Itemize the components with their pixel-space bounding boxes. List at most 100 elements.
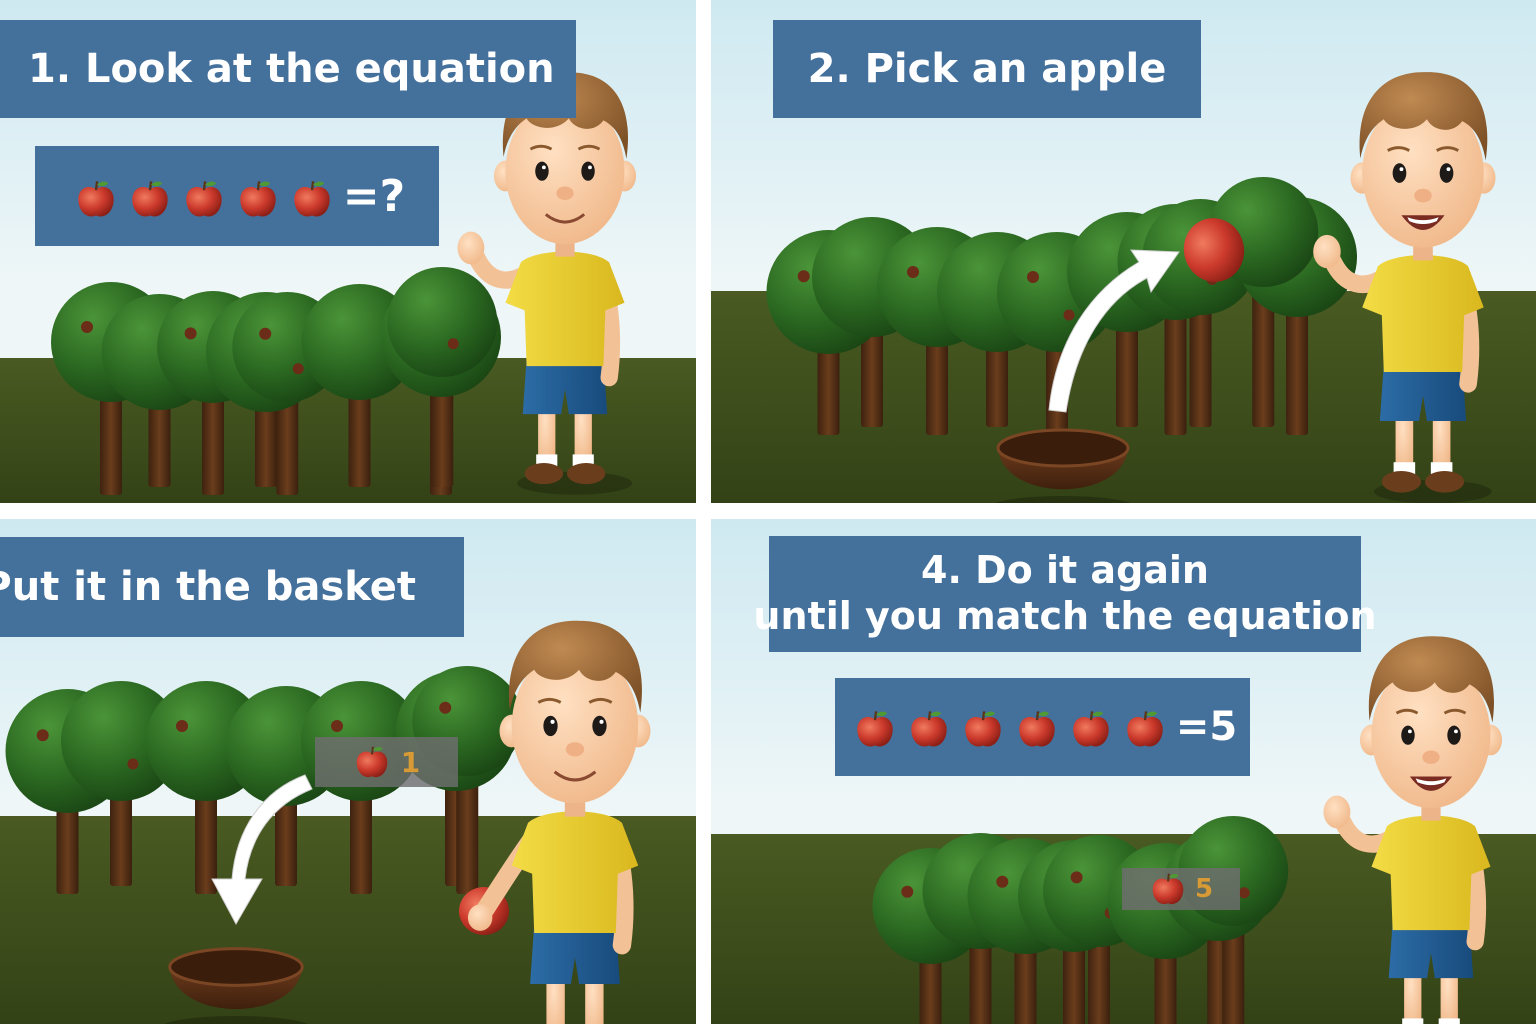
step-title-banner: 1. Look at the equation — [0, 20, 576, 118]
hand — [467, 904, 493, 931]
step-title-line-1: 4. Do it again — [921, 548, 1209, 593]
apple-icon — [965, 710, 1001, 746]
boy-character — [457, 72, 637, 495]
apple-icon — [128, 171, 172, 222]
apple-icon — [1123, 704, 1167, 750]
apple-icon — [132, 180, 168, 216]
apple-icon-row — [848, 704, 1172, 751]
apple-icon — [1149, 870, 1187, 908]
equation-box: = 5 — [835, 678, 1250, 776]
eye — [1447, 725, 1461, 745]
step-title-banner: 3. Put it in the basket — [0, 537, 464, 637]
apple-icon — [290, 171, 334, 222]
apple-icon — [78, 180, 114, 216]
hand — [457, 231, 485, 265]
step-panel-3: 3. Put it in the basket 1 — [0, 519, 696, 1024]
step-panel-4: 4. Do it again until you match the equat… — [711, 519, 1536, 1024]
eye — [592, 715, 607, 737]
apple-icon — [1015, 704, 1059, 750]
apple-icon — [74, 171, 118, 222]
tutorial-grid: 1. Look at the equation = ? 2. Pick an a… — [0, 0, 1536, 1024]
apple-icon — [294, 180, 330, 216]
apple-icon — [353, 743, 391, 781]
boy-character — [1323, 636, 1503, 1024]
step-title: 1. Look at the equation — [28, 46, 555, 92]
step-title-banner: 4. Do it again until you match the equat… — [753, 536, 1377, 652]
apple-icon — [1127, 710, 1163, 746]
equation-box: = ? — [35, 146, 439, 246]
counter-value: 5 — [1194, 874, 1214, 904]
apple-icon — [857, 710, 893, 746]
eye — [543, 715, 558, 737]
apple-on-tree — [184, 327, 197, 340]
counter-value: 1 — [400, 745, 421, 779]
equals-sign: = — [342, 170, 380, 222]
apple-on-tree — [292, 363, 304, 375]
apple-icon — [1152, 873, 1184, 905]
apple-on-tree — [901, 885, 914, 898]
tree-foliage — [387, 267, 498, 377]
apple-icon — [186, 180, 222, 216]
apple-on-tree — [1063, 309, 1075, 321]
apple-icon — [1073, 710, 1109, 746]
equation-result: ? — [379, 170, 406, 222]
shoe — [1424, 471, 1465, 493]
apple-on-tree — [797, 270, 810, 283]
apple-icon — [236, 171, 280, 222]
apple-icon — [1069, 704, 1113, 750]
nose — [1422, 750, 1440, 764]
apple-icon — [853, 704, 897, 750]
step-title-line-2: until you match the equation — [753, 594, 1377, 638]
apple-on-tree — [996, 875, 1009, 888]
apple-icon — [240, 180, 276, 216]
shorts — [1388, 922, 1474, 979]
step-panel-1: 1. Look at the equation = ? — [0, 0, 696, 503]
apple-on-tree — [1070, 871, 1083, 884]
apple-on-tree — [176, 720, 188, 732]
equals-sign: = — [1175, 704, 1210, 750]
basket — [164, 947, 308, 1024]
nose — [1414, 188, 1432, 203]
eye — [581, 161, 595, 181]
apple-on-tree — [127, 758, 139, 770]
apple-icon — [961, 704, 1005, 750]
apple-counter: 1 — [315, 737, 458, 787]
equation-result: 5 — [1209, 704, 1238, 750]
apple-on-tree — [81, 321, 93, 333]
hand — [1323, 795, 1351, 829]
apple-on-tree — [36, 729, 49, 742]
apple-icon — [911, 710, 947, 746]
apple-icon — [182, 171, 226, 222]
shoe — [1381, 471, 1422, 493]
apple-on-tree — [439, 701, 452, 714]
apple-on-tree — [447, 338, 459, 350]
shorts — [522, 358, 608, 415]
basket — [994, 428, 1132, 503]
apple-on-tree — [1027, 271, 1039, 283]
step-title: 3. Put it in the basket — [0, 564, 416, 610]
apple-on-tree — [331, 720, 343, 732]
shorts — [530, 924, 620, 984]
eye — [1439, 163, 1454, 183]
apple-icon-row — [69, 171, 339, 222]
shoe — [524, 463, 564, 485]
apple-on-tree — [1238, 887, 1250, 899]
apple-icon — [907, 704, 951, 750]
step-panel-2: 2. Pick an apple — [711, 0, 1536, 503]
apple-icon — [1019, 710, 1055, 746]
tree-row — [51, 267, 501, 495]
apple-on-tree — [259, 327, 272, 340]
eye — [1392, 163, 1407, 183]
shoe — [566, 463, 606, 485]
step-title: 2. Pick an apple — [807, 46, 1167, 92]
eye — [535, 161, 549, 181]
step-title-banner: 2. Pick an apple — [773, 20, 1201, 118]
nose — [565, 742, 585, 757]
shorts — [1379, 364, 1467, 422]
apple-on-tree — [907, 266, 919, 278]
eye — [1401, 725, 1415, 745]
apple-counter: 5 — [1122, 868, 1240, 910]
nose — [556, 186, 574, 200]
tree-row — [872, 816, 1289, 1024]
hand — [1313, 234, 1341, 269]
